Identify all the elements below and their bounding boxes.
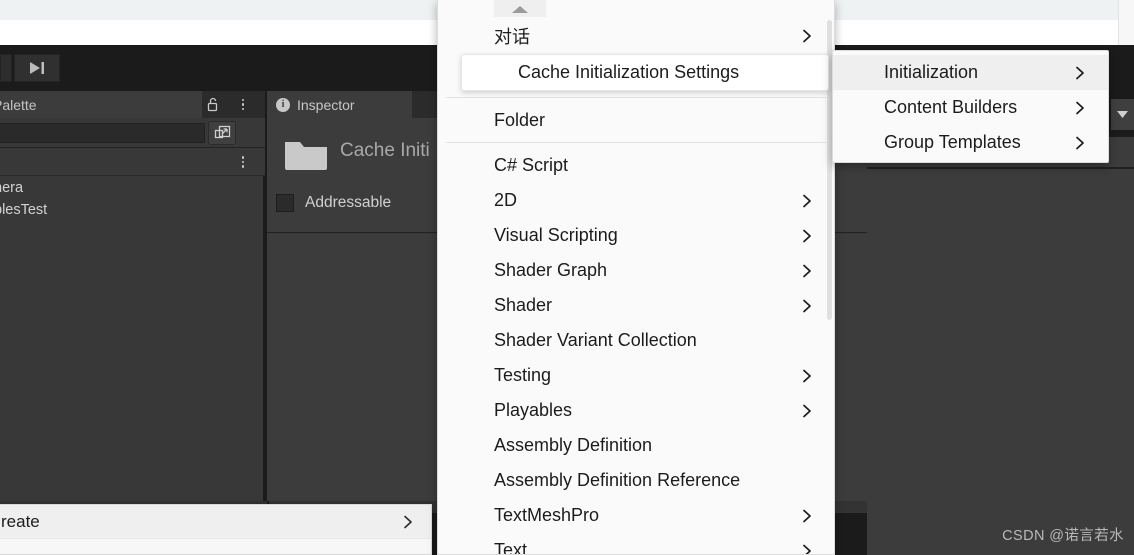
chevron-right-icon (802, 263, 812, 278)
menu-item-label: C# Script (494, 155, 569, 175)
menu-item-shader-variant-collection[interactable]: Shader Variant Collection (438, 323, 834, 358)
create-context-menu: reate (0, 504, 432, 555)
chevron-right-icon (403, 514, 413, 529)
palette-tab-label: Palette (0, 96, 37, 113)
search-input[interactable] (0, 123, 205, 143)
chevron-down-icon[interactable] (1111, 99, 1134, 130)
browser-scrollbar-track[interactable] (1118, 0, 1134, 45)
addressable-label: Addressable (305, 194, 392, 211)
create-dropdown-menu: 对话 Folder C# Script 2D Visual Scripting Shade… (437, 0, 835, 555)
create-dropdown-list: 对话 Folder C# Script 2D Visual Scripting Shade… (438, 18, 834, 555)
menu-item-label: Visual Scripting (494, 225, 618, 245)
palette-search-row (0, 118, 265, 148)
chevron-right-icon (802, 368, 812, 383)
menu-separator (446, 97, 826, 98)
asset-title: Cache Initi (340, 140, 430, 161)
menu-item-label: Playables (494, 400, 573, 420)
info-icon: i (276, 97, 290, 112)
menu-item-shader[interactable]: Shader (438, 288, 834, 323)
submenu-item-label: Content Builders (884, 97, 1018, 117)
addressables-submenu: Initialization Content Builders Group Temp… (832, 50, 1109, 163)
chevron-right-icon (1075, 135, 1085, 150)
menu-item-label: Cache Initialization Settings (518, 62, 740, 82)
menu-item-label: TextMeshPro (494, 505, 600, 525)
menu-item-label: 对话 (494, 26, 530, 47)
menu-item-textmeshpro[interactable]: TextMeshPro (438, 498, 834, 533)
menu-item-label: Folder (494, 110, 546, 130)
submenu-item-label: Initialization (884, 62, 979, 82)
chevron-right-icon (802, 508, 812, 523)
menu-item-shader-graph[interactable]: Shader Graph (438, 253, 834, 288)
menu-item-cache-initialization-settings[interactable]: Cache Initialization Settings (461, 54, 829, 91)
menu-item-playables[interactable]: Playables (438, 393, 834, 428)
menu-item-label: Shader Graph (494, 260, 608, 280)
chevron-right-icon (802, 298, 812, 313)
submenu-item-initialization[interactable]: Initialization (833, 55, 1108, 90)
menu-item-testing[interactable]: Testing (438, 358, 834, 393)
submenu-item-group-templates[interactable]: Group Templates (833, 125, 1108, 160)
menu-item-label: Text (494, 540, 528, 555)
expand-arrow-icon[interactable] (208, 121, 236, 145)
folder-icon (284, 138, 328, 172)
palette-tab-bar: Palette (0, 91, 265, 118)
menu-item-label: Assembly Definition Reference (494, 470, 741, 490)
right-panel-lower (867, 169, 1134, 501)
addressable-checkbox[interactable] (276, 194, 294, 212)
lock-open-icon[interactable] (206, 97, 221, 112)
chevron-right-icon (802, 403, 812, 418)
menu-item-create[interactable]: reate (0, 505, 431, 539)
menu-item-assembly-definition[interactable]: Assembly Definition (438, 428, 834, 463)
menu-item-assembly-definition-reference[interactable]: Assembly Definition Reference (438, 463, 834, 498)
submenu-item-content-builders[interactable]: Content Builders (833, 90, 1108, 125)
hierarchy-item-label: nera (0, 180, 24, 196)
menu-item-visual-scripting[interactable]: Visual Scripting (438, 218, 834, 253)
menu-item-[interactable]: 对话 (438, 18, 834, 53)
palette-panel: Palette (0, 91, 265, 501)
menu-item-label: Assembly Definition (494, 435, 653, 455)
hierarchy-list: nera blesTest (0, 177, 265, 221)
chevron-right-icon (802, 228, 812, 243)
play-button[interactable] (0, 54, 12, 82)
tab-inspector[interactable]: i Inspector (267, 91, 412, 118)
addressable-row[interactable]: Addressable (276, 194, 391, 212)
scroll-up-arrow-icon[interactable] (494, 0, 546, 17)
menu-item-label: Shader (494, 295, 553, 315)
menu-separator (446, 142, 826, 143)
list-item[interactable]: nera (0, 177, 265, 199)
chevron-right-icon (802, 193, 812, 208)
create-menu-filler (0, 539, 431, 554)
chevron-right-icon (1075, 65, 1085, 80)
hierarchy-item-label: blesTest (0, 202, 48, 218)
tab-palette[interactable]: Palette (0, 91, 202, 118)
menu-item-label: Testing (494, 365, 552, 385)
menu-item-label: 2D (494, 190, 518, 210)
step-forward-icon (27, 60, 47, 76)
submenu-item-label: Group Templates (884, 132, 1021, 152)
chevron-right-icon (802, 28, 812, 43)
palette-row-options-icon[interactable] (235, 153, 251, 171)
watermark: CSDN @诺言若水 (1002, 528, 1124, 544)
chevron-right-icon (1075, 100, 1085, 115)
palette-options-icon[interactable] (235, 96, 251, 113)
menu-item-text[interactable]: Text (438, 533, 834, 555)
menu-item-label: Shader Variant Collection (494, 330, 697, 350)
palette-sub-toolbar (0, 148, 265, 176)
list-item[interactable]: blesTest (0, 199, 265, 221)
menu-item-folder[interactable]: Folder (438, 103, 834, 138)
inspector-tab-label: Inspector (297, 96, 355, 113)
menu-item-2d[interactable]: 2D (438, 183, 834, 218)
menu-item-c-script[interactable]: C# Script (438, 148, 834, 183)
step-button[interactable] (14, 54, 60, 82)
chevron-right-icon (802, 543, 812, 554)
create-menu-item-label: reate (1, 511, 40, 531)
